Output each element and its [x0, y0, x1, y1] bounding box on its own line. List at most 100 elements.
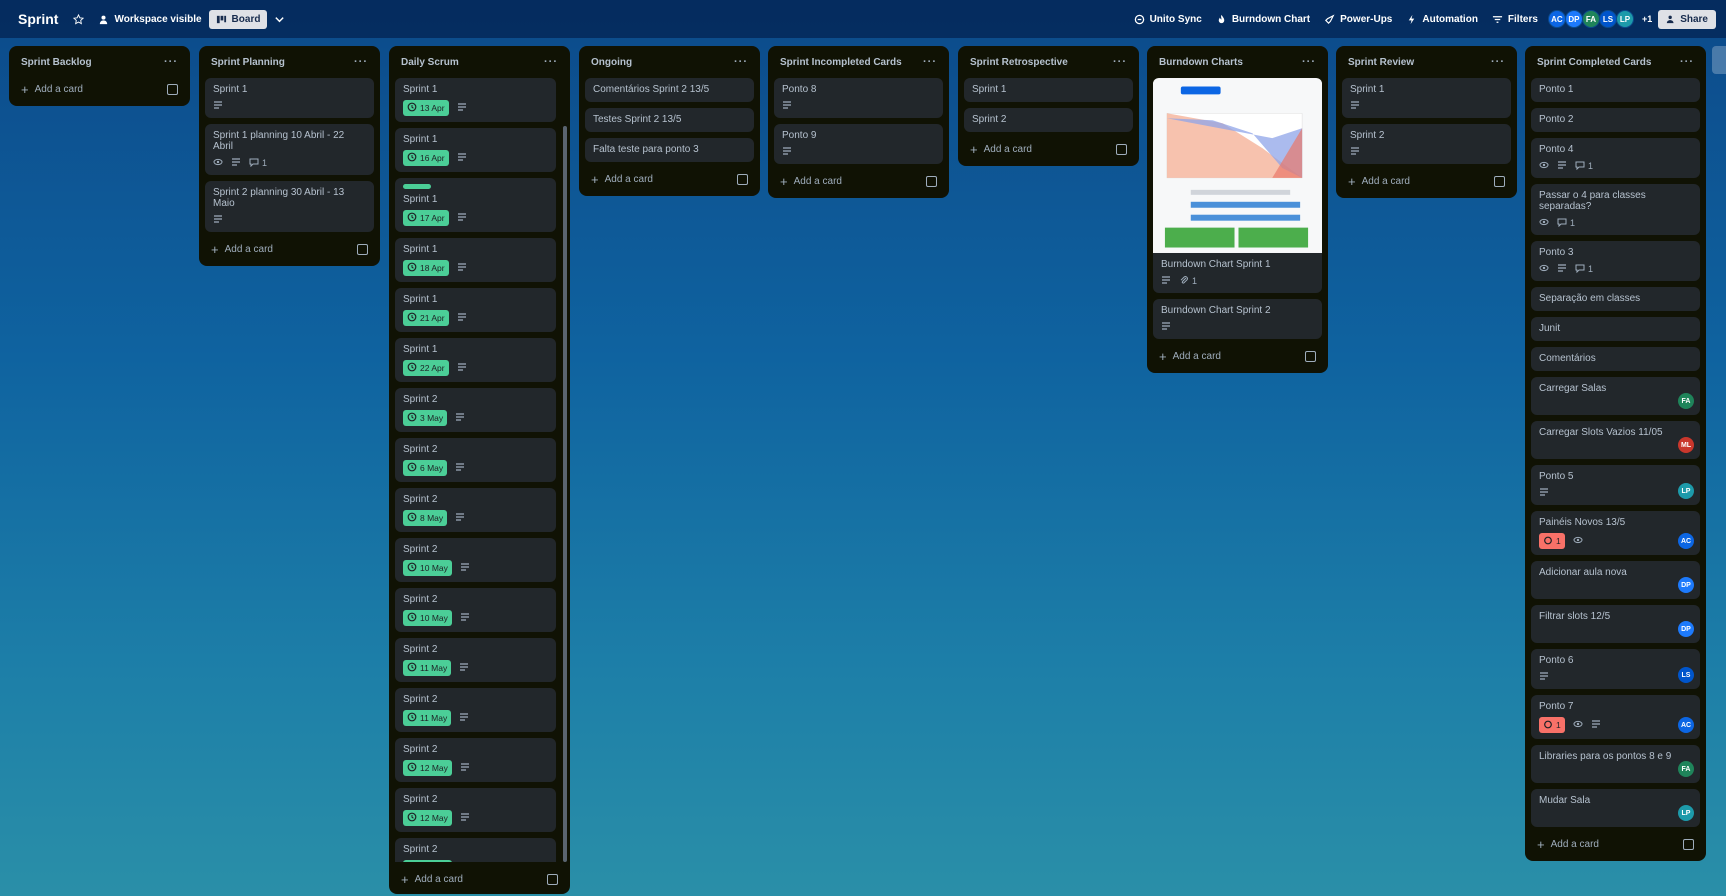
card[interactable]: Passar o 4 para classes separadas? 1 [1531, 184, 1700, 235]
card[interactable]: Sprint 1 21 Apr [395, 288, 556, 332]
add-card-button[interactable]: + Add a card [585, 166, 754, 192]
due-date-badge[interactable]: 16 Apr [403, 150, 449, 166]
list-title[interactable]: Sprint Planning [211, 57, 285, 68]
more-members-count[interactable]: +1 [1642, 14, 1652, 24]
list-menu-button[interactable]: ··· [923, 56, 937, 68]
add-card-button[interactable]: + Add a card [15, 76, 184, 102]
list-title[interactable]: Daily Scrum [401, 57, 459, 68]
card[interactable]: Sprint 1 18 Apr [395, 238, 556, 282]
list-menu-button[interactable]: ··· [164, 56, 178, 68]
list-title[interactable]: Sprint Review [1348, 57, 1414, 68]
member-avatar[interactable]: LS [1598, 10, 1617, 28]
card-member-avatar[interactable]: LP [1678, 483, 1694, 499]
list-title[interactable]: Burndown Charts [1159, 57, 1243, 68]
card-template-icon[interactable] [547, 873, 558, 885]
card[interactable]: Libraries para os pontos 8 e 9 FA [1531, 745, 1700, 783]
card-member-avatar[interactable]: DP [1678, 621, 1694, 637]
card-template-icon[interactable] [357, 243, 368, 255]
member-avatar[interactable]: AC [1547, 10, 1566, 28]
card[interactable]: Sprint 2 planning 30 Abril - 13 Maio [205, 181, 374, 232]
list-header[interactable]: Daily Scrum ··· [395, 52, 564, 72]
card[interactable]: Sprint 1 planning 10 Abril - 22 Abril 1 [205, 124, 374, 175]
add-card-button[interactable]: + Add a card [205, 236, 374, 262]
due-date-badge[interactable]: 10 May [403, 560, 452, 576]
list-header[interactable]: Ongoing ··· [585, 52, 754, 72]
card[interactable]: Ponto 1 [1531, 78, 1700, 102]
due-date-badge[interactable]: 11 May [403, 710, 452, 726]
card[interactable]: Sprint 2 [964, 108, 1133, 132]
list-menu-button[interactable]: ··· [1680, 56, 1694, 68]
card-template-icon[interactable] [1683, 838, 1694, 850]
list-header[interactable]: Sprint Review ··· [1342, 52, 1511, 72]
card[interactable]: Carregar Slots Vazios 11/05 ML [1531, 421, 1700, 459]
card-template-icon[interactable] [737, 173, 748, 185]
card[interactable]: Testes Sprint 2 13/5 [585, 108, 754, 132]
card-cover-image[interactable] [1153, 78, 1322, 253]
card[interactable]: Filtrar slots 12/5 DP [1531, 605, 1700, 643]
card-member-avatar[interactable]: ML [1678, 437, 1694, 453]
card[interactable]: Ponto 4 1 [1531, 138, 1700, 178]
star-button[interactable] [66, 10, 91, 29]
card[interactable]: Sprint 2 12 May [395, 738, 556, 782]
card-member-avatar[interactable]: AC [1678, 717, 1694, 733]
add-card-button[interactable]: + Add a card [774, 168, 943, 194]
card[interactable]: Mudar Sala LP [1531, 789, 1700, 827]
card[interactable]: Junit [1531, 317, 1700, 341]
card[interactable]: Sprint 2 12 May [395, 788, 556, 832]
member-avatar[interactable]: FA [1581, 10, 1600, 28]
list-scrollbar[interactable] [563, 126, 567, 862]
board-scroll-handle[interactable] [1712, 46, 1726, 74]
list-header[interactable]: Sprint Incompleted Cards ··· [774, 52, 943, 72]
card[interactable]: Comentários [1531, 347, 1700, 371]
member-avatar[interactable]: LP [1615, 10, 1634, 28]
add-card-button[interactable]: + Add a card [395, 866, 564, 892]
overdue-badge[interactable]: 1 [1539, 533, 1565, 549]
automation-button[interactable]: Automation [1399, 10, 1485, 29]
card[interactable]: Burndown Chart Sprint 2 [1153, 299, 1322, 339]
card-template-icon[interactable] [1305, 350, 1316, 362]
card[interactable]: Sprint 1 13 Apr [395, 78, 556, 122]
due-date-badge[interactable]: 13 May [403, 860, 452, 862]
due-date-badge[interactable]: 18 Apr [403, 260, 449, 276]
card[interactable]: Burndown Chart Sprint 1 1 [1153, 253, 1322, 293]
card[interactable]: Sprint 1 22 Apr [395, 338, 556, 382]
views-dropdown-button[interactable] [267, 10, 292, 29]
card[interactable]: Sprint 2 10 May [395, 588, 556, 632]
card[interactable]: Comentários Sprint 2 13/5 [585, 78, 754, 102]
card[interactable]: Ponto 8 [774, 78, 943, 118]
list-header[interactable]: Sprint Retrospective ··· [964, 52, 1133, 72]
card[interactable]: Sprint 1 [1342, 78, 1511, 118]
card-template-icon[interactable] [1494, 175, 1505, 187]
list-title[interactable]: Sprint Completed Cards [1537, 57, 1651, 68]
unito-sync-button[interactable]: Unito Sync [1127, 10, 1209, 29]
card[interactable]: Falta teste para ponto 3 [585, 138, 754, 162]
due-date-badge[interactable]: 12 May [403, 810, 452, 826]
add-card-button[interactable]: + Add a card [1342, 168, 1511, 194]
list-title[interactable]: Sprint Retrospective [970, 57, 1068, 68]
list-title[interactable]: Ongoing [591, 57, 632, 68]
card[interactable]: Sprint 2 10 May [395, 538, 556, 582]
power-ups-button[interactable]: Power-Ups [1317, 10, 1399, 29]
card[interactable]: Sprint 2 3 May [395, 388, 556, 432]
card-template-icon[interactable] [167, 83, 178, 95]
card-member-avatar[interactable]: DP [1678, 577, 1694, 593]
card[interactable]: Sprint 1 [205, 78, 374, 118]
due-date-badge[interactable]: 10 May [403, 610, 452, 626]
board-view-button[interactable]: Board [208, 9, 268, 29]
card[interactable]: Sprint 2 6 May [395, 438, 556, 482]
card[interactable]: Ponto 3 1 [1531, 241, 1700, 281]
list-title[interactable]: Sprint Incompleted Cards [780, 57, 902, 68]
add-card-button[interactable]: + Add a card [1531, 831, 1700, 857]
card[interactable]: Ponto 6 LS [1531, 649, 1700, 689]
list-header[interactable]: Sprint Planning ··· [205, 52, 374, 72]
card[interactable]: Sprint 2 [1342, 124, 1511, 164]
due-date-badge[interactable]: 11 May [403, 660, 452, 676]
list-header[interactable]: Sprint Backlog ··· [15, 52, 184, 72]
card[interactable]: Sprint 2 8 May [395, 488, 556, 532]
due-date-badge[interactable]: 12 May [403, 760, 452, 776]
overdue-badge[interactable]: 1 [1539, 717, 1565, 733]
list-title[interactable]: Sprint Backlog [21, 57, 92, 68]
visibility-button[interactable]: Workspace visible [91, 10, 208, 29]
due-date-badge[interactable]: 6 May [403, 460, 448, 476]
card[interactable]: Ponto 2 [1531, 108, 1700, 132]
